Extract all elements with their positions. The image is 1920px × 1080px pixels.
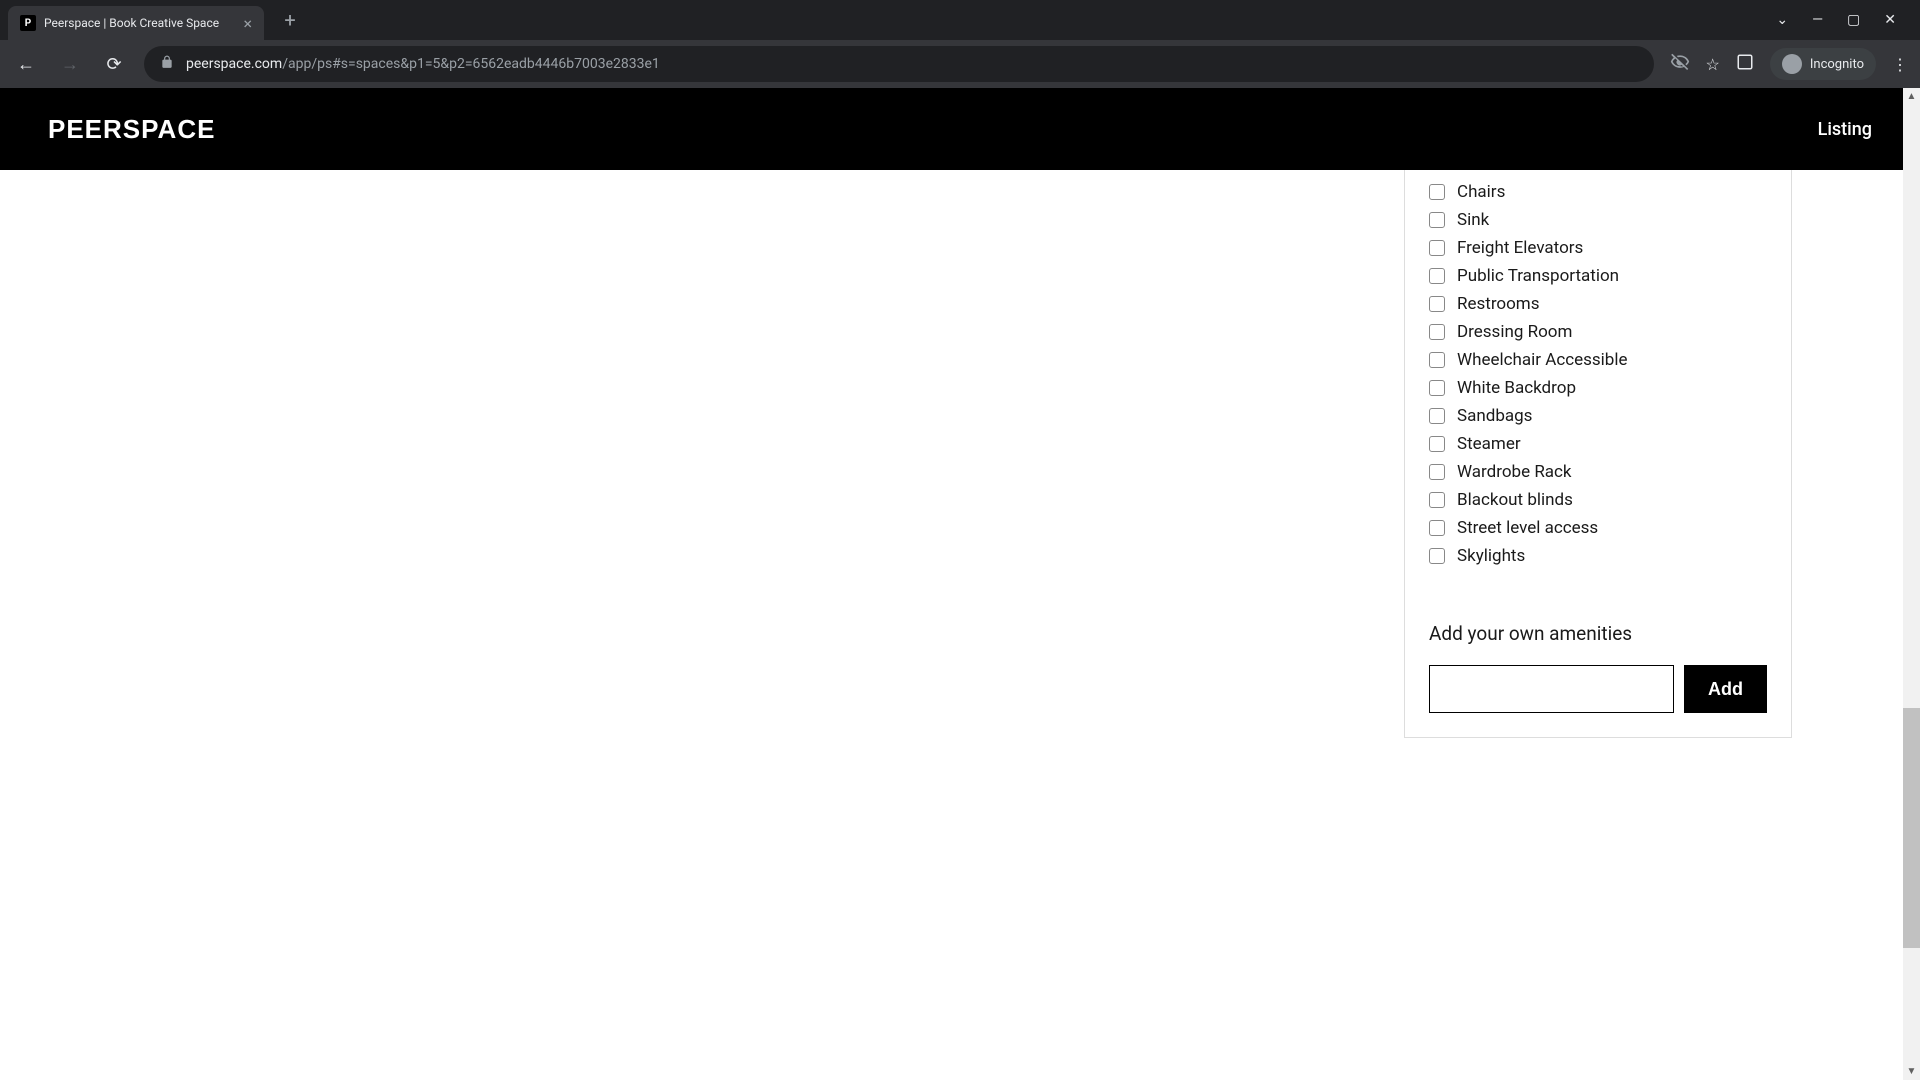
forward-button[interactable]: → [56,54,84,75]
amenity-checkbox[interactable] [1429,184,1445,200]
content-area: Chairs Sink Freight Elevators Public Transp… [0,170,1920,1080]
amenity-item: Skylights [1429,546,1767,566]
lock-icon [160,55,174,73]
incognito-label: Incognito [1810,57,1864,72]
menu-icon[interactable]: ⋮ [1892,55,1908,74]
incognito-icon [1782,54,1802,74]
url-text: peerspace.com/app/ps#s=spaces&p1=5&p2=65… [186,56,660,72]
amenity-label[interactable]: Restrooms [1457,294,1540,314]
window-controls: ⌄ — ▢ ✕ [1776,12,1912,28]
amenity-checkbox[interactable] [1429,492,1445,508]
scroll-up-icon[interactable]: ▲ [1903,88,1920,105]
amenity-checkbox[interactable] [1429,464,1445,480]
browser-chrome: P Peerspace | Book Creative Space × + ⌄ … [0,0,1920,88]
amenity-label[interactable]: Public Transportation [1457,266,1619,286]
amenity-item: Restrooms [1429,294,1767,314]
close-window-icon[interactable]: ✕ [1884,12,1896,28]
logo[interactable]: PEERSPACE [48,114,215,145]
star-icon[interactable]: ☆ [1706,55,1720,74]
amenity-item: Steamer [1429,434,1767,454]
add-button[interactable]: Add [1684,665,1767,713]
amenity-label[interactable]: Chairs [1457,182,1505,202]
amenity-label[interactable]: Street level access [1457,518,1598,538]
url-bar[interactable]: peerspace.com/app/ps#s=spaces&p1=5&p2=65… [144,46,1654,82]
amenity-label[interactable]: Dressing Room [1457,322,1572,342]
incognito-badge[interactable]: Incognito [1770,48,1876,80]
minimize-icon[interactable]: — [1812,12,1823,28]
tab-title: Peerspace | Book Creative Space [44,16,235,30]
amenity-checkbox[interactable] [1429,324,1445,340]
scroll-down-icon[interactable]: ▼ [1903,1063,1920,1080]
amenity-checkbox[interactable] [1429,296,1445,312]
amenity-label[interactable]: White Backdrop [1457,378,1576,398]
amenity-label[interactable]: Sandbags [1457,406,1532,426]
amenities-panel: Chairs Sink Freight Elevators Public Transp… [1404,170,1792,738]
amenity-checkbox[interactable] [1429,352,1445,368]
site-header: PEERSPACE Listing [0,88,1920,170]
amenity-checkbox[interactable] [1429,548,1445,564]
browser-toolbar: ← → ⟳ peerspace.com/app/ps#s=spaces&p1=5… [0,40,1920,88]
page: PEERSPACE Listing Chairs Sink Freight Elev… [0,88,1920,1080]
close-icon[interactable]: × [243,14,252,33]
amenity-checkbox[interactable] [1429,240,1445,256]
amenity-label[interactable]: Steamer [1457,434,1521,454]
scrollbar[interactable]: ▲ ▼ [1903,88,1920,1080]
amenity-label[interactable]: Sink [1457,210,1489,230]
add-amenity-input[interactable] [1429,665,1674,713]
amenity-item: Wardrobe Rack [1429,462,1767,482]
amenity-checkbox[interactable] [1429,408,1445,424]
tab-bar: P Peerspace | Book Creative Space × + ⌄ … [0,0,1920,40]
amenity-item: Dressing Room [1429,322,1767,342]
new-tab-button[interactable]: + [276,6,304,34]
chevron-down-icon[interactable]: ⌄ [1776,12,1788,28]
amenity-label[interactable]: Wheelchair Accessible [1457,350,1628,370]
add-amenity-row: Add [1429,665,1767,713]
amenity-item: White Backdrop [1429,378,1767,398]
amenity-label[interactable]: Freight Elevators [1457,238,1583,258]
maximize-icon[interactable]: ▢ [1847,12,1860,28]
amenity-checkbox[interactable] [1429,520,1445,536]
amenity-item: Freight Elevators [1429,238,1767,258]
amenity-checkbox[interactable] [1429,380,1445,396]
browser-tab[interactable]: P Peerspace | Book Creative Space × [8,6,264,40]
extensions-icon[interactable] [1736,53,1754,75]
amenity-item: Chairs [1429,182,1767,202]
amenity-label[interactable]: Skylights [1457,546,1525,566]
eye-off-icon[interactable] [1670,52,1690,76]
amenity-item: Sink [1429,210,1767,230]
scrollbar-thumb[interactable] [1903,708,1920,948]
amenity-checkbox[interactable] [1429,212,1445,228]
amenity-item: Street level access [1429,518,1767,538]
amenity-item: Public Transportation [1429,266,1767,286]
tab-favicon: P [20,15,36,31]
amenity-label[interactable]: Blackout blinds [1457,490,1573,510]
amenity-checkbox[interactable] [1429,268,1445,284]
amenity-item: Blackout blinds [1429,490,1767,510]
amenity-label[interactable]: Wardrobe Rack [1457,462,1572,482]
back-button[interactable]: ← [12,54,40,75]
amenity-checkbox[interactable] [1429,436,1445,452]
toolbar-right: ☆ Incognito ⋮ [1670,48,1908,80]
amenity-item: Sandbags [1429,406,1767,426]
reload-button[interactable]: ⟳ [100,54,128,75]
add-amenity-section: Add your own amenities Add [1429,622,1767,713]
amenity-item: Wheelchair Accessible [1429,350,1767,370]
amenities-checklist: Chairs Sink Freight Elevators Public Transp… [1429,182,1767,566]
listing-link[interactable]: Listing [1818,119,1872,140]
add-amenity-title: Add your own amenities [1429,622,1767,645]
